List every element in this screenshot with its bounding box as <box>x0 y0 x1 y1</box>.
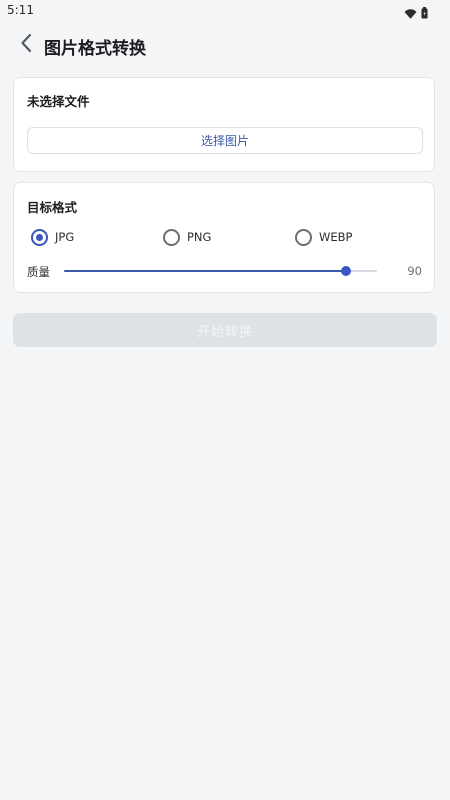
wifi-icon <box>404 4 417 23</box>
quality-label: 质量 <box>27 265 50 279</box>
file-status-text: 未选择文件 <box>27 94 90 109</box>
target-format-heading: 目标格式 <box>27 200 78 215</box>
status-bar: 5:11 <box>0 0 450 22</box>
radio-label-png: PNG <box>187 230 212 244</box>
status-icons <box>404 4 428 23</box>
back-button[interactable] <box>14 32 38 58</box>
radio-option-webp[interactable]: WEBP <box>295 227 352 247</box>
app-bar: 图片格式转换 <box>0 24 450 68</box>
quality-value: 90 <box>407 264 422 278</box>
radio-label-webp: WEBP <box>319 230 353 244</box>
radio-button-png[interactable] <box>163 228 180 246</box>
select-image-button[interactable]: 选择图片 <box>27 127 423 154</box>
format-card: 目标格式 JPG PNG WEBP 质量 90 <box>13 182 435 293</box>
quality-slider[interactable] <box>64 263 377 279</box>
battery-icon <box>421 4 428 23</box>
status-time: 5:11 <box>7 3 34 17</box>
radio-option-jpg[interactable]: JPG <box>31 227 74 247</box>
chevron-left-icon <box>20 33 32 57</box>
page-title: 图片格式转换 <box>44 39 146 59</box>
slider-fill <box>64 270 346 272</box>
start-conversion-button[interactable]: 开始转换 <box>13 313 437 347</box>
radio-label-jpg: JPG <box>55 230 75 244</box>
radio-option-png[interactable]: PNG <box>163 227 211 247</box>
slider-thumb[interactable] <box>341 266 351 276</box>
file-card: 未选择文件 选择图片 <box>13 77 435 172</box>
radio-button-jpg[interactable] <box>31 228 48 246</box>
radio-button-webp[interactable] <box>295 228 312 246</box>
